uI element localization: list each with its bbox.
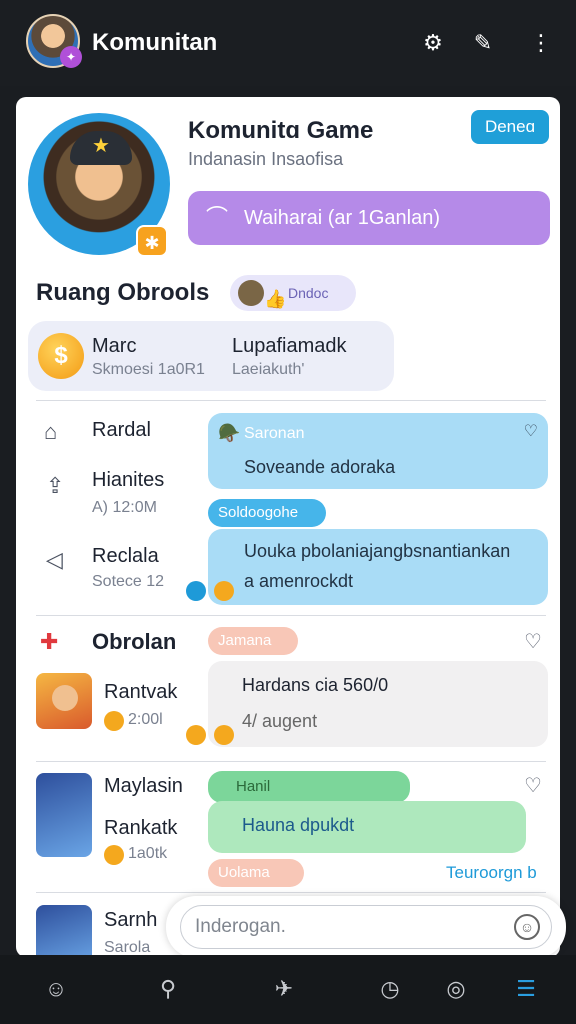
top-action-button[interactable]: Deneɑ bbox=[471, 110, 549, 144]
pinned-left-sub: Skmoesi 1a0R1 bbox=[92, 361, 205, 378]
section-pill[interactable]: 👍 Dndoc bbox=[230, 275, 356, 311]
primary-action-button[interactable]: ⌒ Waiharai (ar 1Ganlan) bbox=[188, 191, 550, 245]
obrolan-title: Obrolan bbox=[92, 629, 177, 654]
reaction-icon bbox=[214, 581, 234, 601]
nav-clock-icon[interactable]: ◷ bbox=[374, 973, 406, 1005]
reaction-icon bbox=[186, 725, 206, 745]
divider bbox=[36, 761, 546, 762]
emoji-icon[interactable]: ☺ bbox=[514, 914, 540, 940]
section-title: Ruang Obrools bbox=[36, 279, 210, 306]
pinned-bubble[interactable]: $ Marc Skmoesi 1a0R1 Lupafiamadk Laeiaku… bbox=[28, 321, 394, 391]
thumbs-up-icon: 👍 bbox=[264, 289, 287, 309]
avatar[interactable] bbox=[36, 673, 92, 729]
message-bubble[interactable]: 🪖 Saronan Soveande adoraka ♡ bbox=[208, 413, 548, 489]
share-icon: ⇪ bbox=[46, 473, 65, 498]
group-title: Komunitɑ Game bbox=[188, 117, 374, 144]
message-input[interactable] bbox=[180, 905, 552, 949]
row-sub: 1a0tk bbox=[128, 845, 168, 862]
row-sub: Sotece 12 bbox=[92, 573, 165, 590]
bubble-text: Soveande adoraka bbox=[244, 457, 396, 477]
bubble-text-line2: 4/ augent bbox=[242, 711, 318, 731]
message-bubble[interactable]: Uouka pbolaniajangbsnantiankan a amenroc… bbox=[208, 529, 548, 605]
coin-icon: $ bbox=[38, 333, 84, 379]
bubble-text-line1: Uouka pbolaniajangbsnantiankan bbox=[244, 541, 511, 561]
check-icon bbox=[186, 581, 206, 601]
message-chip[interactable]: Uolama bbox=[208, 859, 304, 887]
community-card: ★ ✱ Komunitɑ Game Indanasin Insaofisa De… bbox=[16, 97, 560, 957]
message-chip[interactable]: Hanil bbox=[208, 771, 410, 803]
badge-icon: ✚ bbox=[40, 629, 59, 654]
app-title: Komunitan bbox=[92, 29, 218, 56]
row-name[interactable]: Rardal bbox=[92, 419, 151, 442]
group-subtitle: Indanasin Insaofisa bbox=[188, 149, 344, 169]
nav-search-icon[interactable]: ⚲ bbox=[152, 973, 184, 1005]
divider bbox=[36, 892, 546, 893]
message-chip[interactable]: Jamana bbox=[208, 627, 298, 655]
heart-icon[interactable]: ♡ bbox=[524, 421, 538, 441]
pill-label: Dndoc bbox=[288, 285, 329, 301]
bubble-text-line1: Hardans cia 560/0 bbox=[242, 675, 389, 695]
star-icon: ★ bbox=[92, 135, 110, 157]
message-composer: ☺ bbox=[166, 896, 566, 958]
divider bbox=[36, 400, 546, 401]
settings-gear-icon[interactable]: ⚙ bbox=[418, 28, 448, 58]
row-name[interactable]: Rankatk bbox=[104, 817, 177, 840]
edit-pen-icon[interactable]: ✎ bbox=[468, 28, 498, 58]
divider bbox=[36, 615, 546, 616]
mini-avatar bbox=[238, 280, 264, 306]
pinned-right-sub: Laeiakuth' bbox=[232, 361, 305, 378]
bubble-text: Hauna dpukdt bbox=[242, 815, 355, 835]
row-name[interactable]: Reclala bbox=[92, 545, 159, 568]
bottom-navigation: ☺ ⚲ ✈ ◷ ◎ ☰ bbox=[0, 955, 576, 1024]
message-bubble[interactable]: Hardans cia 560/0 4/ augent bbox=[208, 661, 548, 747]
tray-icon: ⌒ bbox=[206, 205, 229, 230]
row-name[interactable]: Rantvak bbox=[104, 681, 177, 704]
group-badge-icon: ✱ bbox=[136, 225, 168, 257]
heart-icon[interactable]: ♡ bbox=[524, 773, 542, 798]
link[interactable]: Teuroorgn b bbox=[446, 863, 537, 883]
nav-profile-icon[interactable]: ☺ bbox=[40, 973, 72, 1005]
coin-icon bbox=[104, 711, 124, 731]
avatar-badge-icon: ✦ bbox=[60, 46, 82, 68]
soldier-icon: 🪖 bbox=[218, 423, 241, 443]
message-bubble[interactable]: Hauna dpukdt bbox=[208, 801, 526, 853]
bubble-header: Saronan bbox=[244, 425, 305, 442]
face-icon bbox=[52, 685, 78, 711]
row-name[interactable]: Maylasin bbox=[104, 775, 183, 798]
more-menu-icon[interactable]: ⋮ bbox=[526, 28, 556, 58]
row-name[interactable]: Hianites bbox=[92, 469, 164, 492]
row-name[interactable]: Sarnh bbox=[104, 909, 157, 932]
pinned-right-name: Lupafiamadk bbox=[232, 335, 347, 357]
avatar[interactable] bbox=[36, 773, 92, 857]
heart-icon[interactable]: ♡ bbox=[524, 629, 542, 654]
megaphone-icon: ◁ bbox=[46, 547, 63, 572]
reaction-icon bbox=[214, 725, 234, 745]
avatar[interactable] bbox=[36, 905, 92, 957]
camera-icon: ⌂ bbox=[44, 419, 58, 444]
profile-avatar[interactable]: ✦ bbox=[26, 14, 82, 68]
nav-community-icon[interactable]: ☰ bbox=[510, 973, 542, 1005]
message-chip[interactable]: Soldoogohe bbox=[208, 499, 326, 527]
bubble-text-line2: a amenrockdt bbox=[244, 571, 354, 591]
coin-icon bbox=[104, 845, 124, 865]
app-bar: ✦ Komunitan ⚙ ✎ ⋮ bbox=[0, 0, 576, 86]
pinned-left-name: Marc bbox=[92, 335, 137, 357]
nav-target-icon[interactable]: ◎ bbox=[440, 973, 472, 1005]
row-sub: 2:00l bbox=[128, 711, 163, 728]
row-sub: A) 12:0M bbox=[92, 499, 157, 516]
primary-action-label: Waiharai (ar 1Ganlan) bbox=[244, 207, 441, 229]
nav-rocket-icon[interactable]: ✈ bbox=[268, 973, 300, 1005]
